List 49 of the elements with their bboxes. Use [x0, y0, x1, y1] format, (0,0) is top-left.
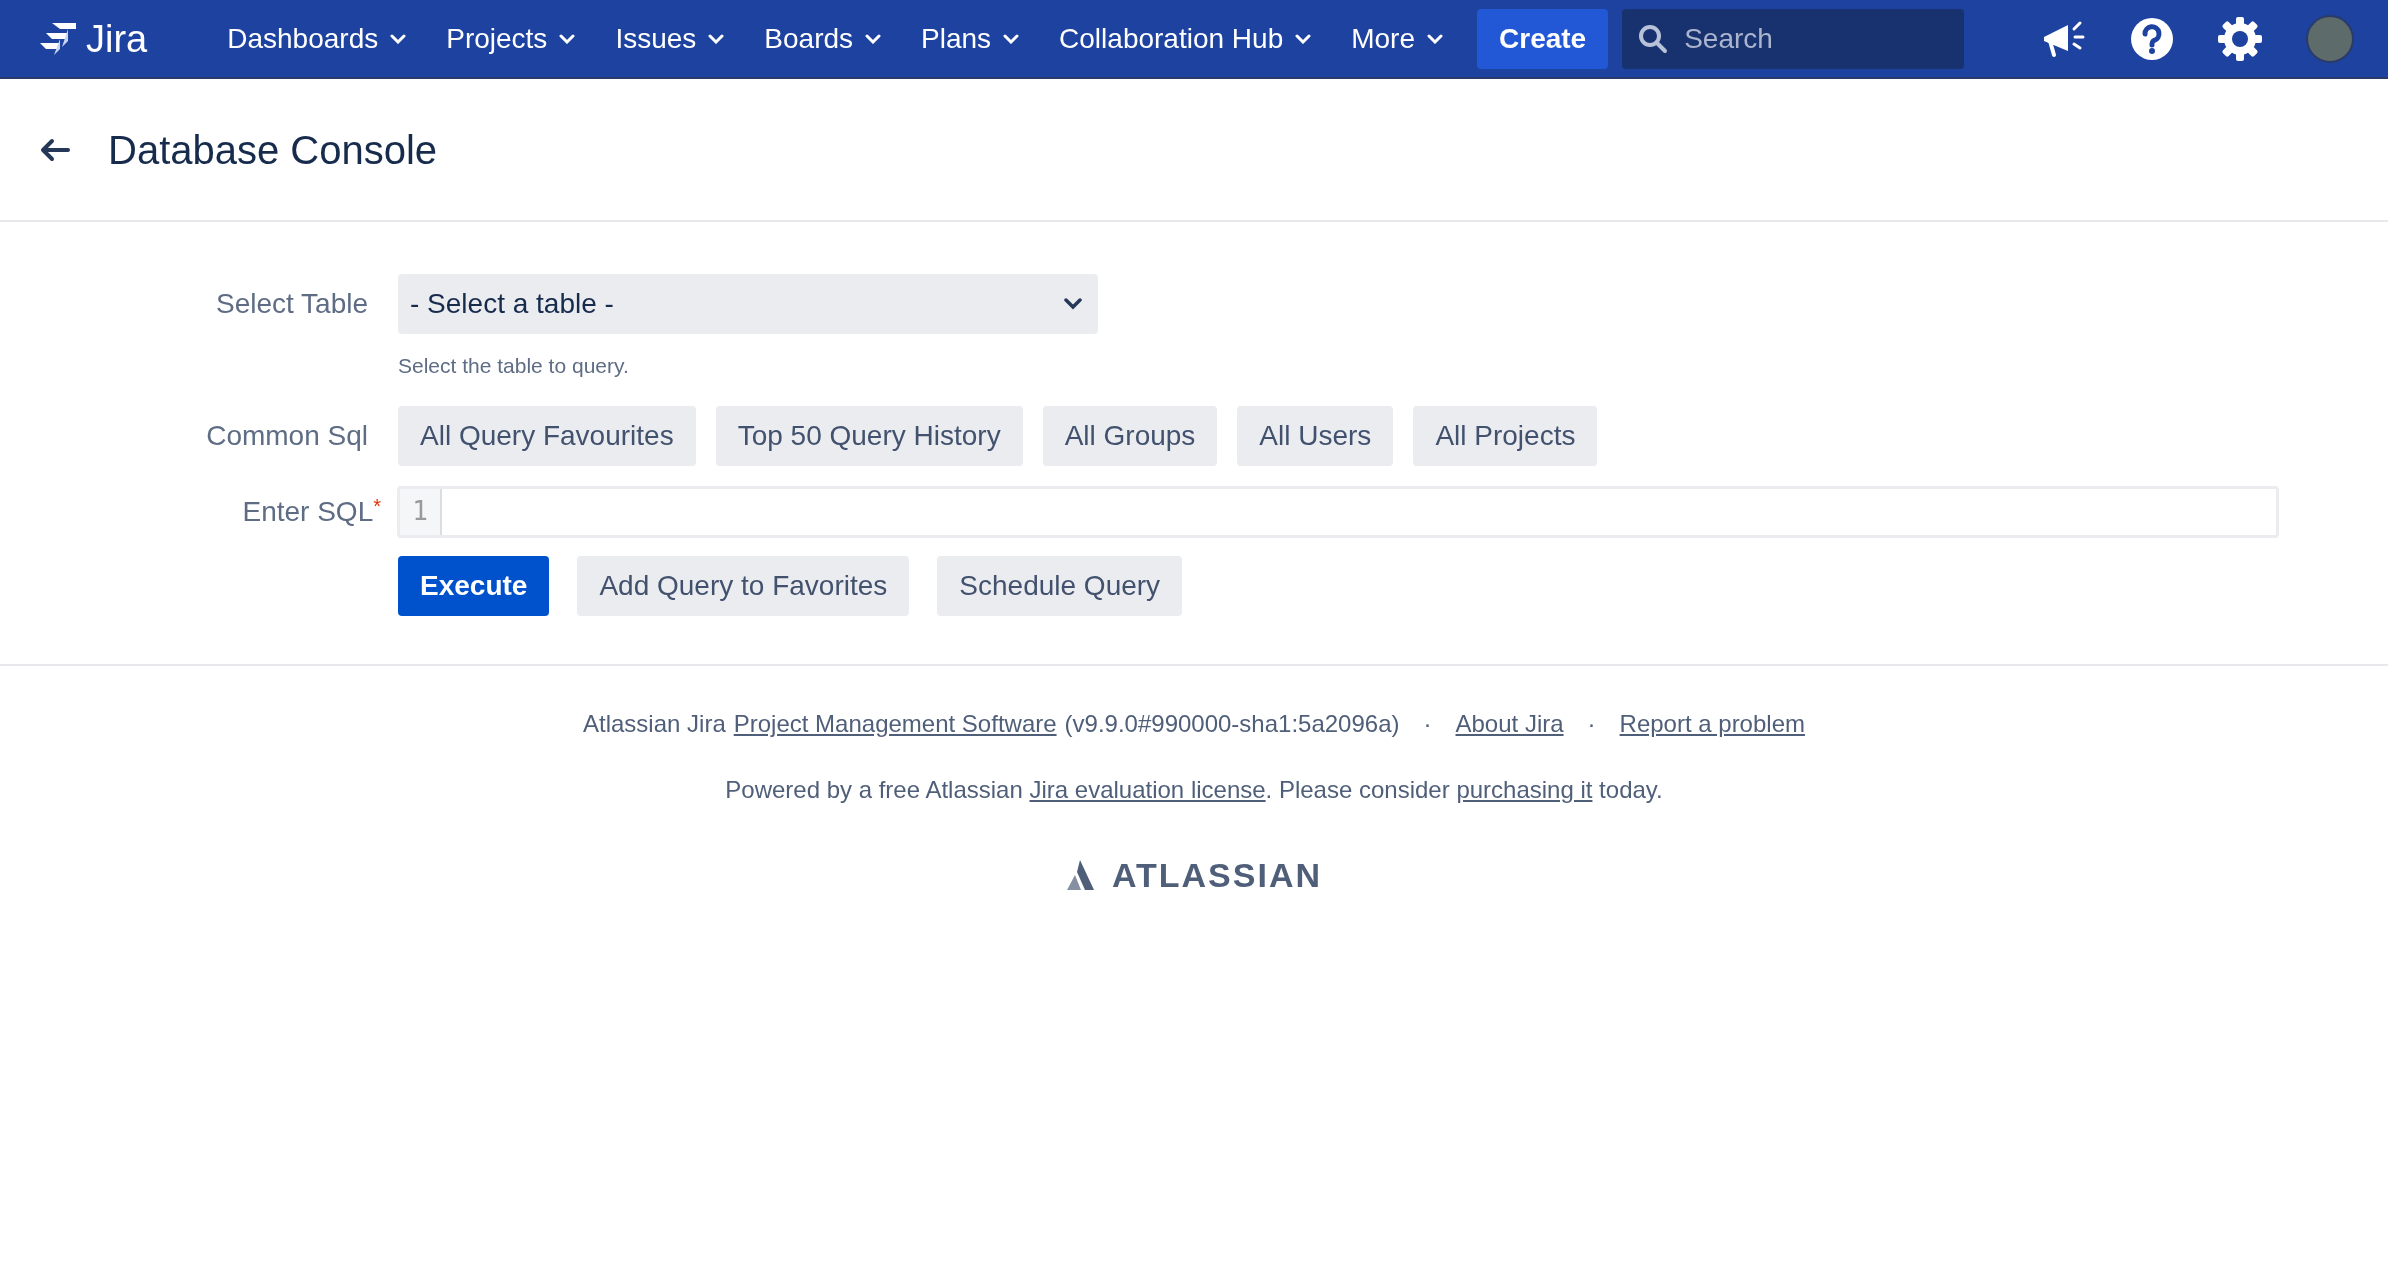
nav-menu-item[interactable]: More [1351, 17, 1443, 60]
chevron-down-icon [1003, 33, 1020, 44]
footer-link[interactable]: Project Management Software [733, 705, 1057, 742]
page-title: Database Console [108, 126, 438, 174]
nav-menu-item[interactable]: Issues [615, 17, 725, 60]
form-label: Select Table [215, 288, 368, 319]
action-button[interactable]: Schedule Query [937, 555, 1183, 616]
jira-logo-icon[interactable] [38, 20, 78, 57]
common-sql-button[interactable]: All Users [1237, 405, 1394, 466]
create-button[interactable]: Create [1477, 8, 1609, 69]
action-button[interactable]: Add Query to Favorites [577, 555, 910, 616]
chevron-down-icon [1427, 33, 1443, 44]
chevron-down-icon [1064, 298, 1082, 310]
execute-button[interactable]: Execute [398, 555, 550, 616]
chevron-down-icon [390, 33, 407, 44]
chevron-down-icon [559, 33, 576, 44]
common-sql-button[interactable]: All Query Favourites [398, 405, 696, 466]
separator-dot: · [1423, 708, 1432, 739]
footer-text: (v9.9.0#990000-sha1:5a2096a) [1064, 708, 1400, 739]
back-arrow-icon[interactable] [40, 137, 70, 162]
common-sql-button[interactable]: All Groups [1042, 405, 1218, 466]
nav-menu-item[interactable]: Dashboards [227, 17, 407, 60]
table-select[interactable]: - Select a table - [398, 274, 1098, 334]
footer-text: Atlassian Jira [583, 708, 726, 739]
footer-link[interactable]: About Jira [1455, 705, 1564, 742]
nav-menu-item[interactable]: Collaboration Hub [1059, 17, 1312, 60]
nav-menu-item[interactable]: Boards [764, 17, 882, 60]
atlassian-wordmark: ATLASSIAN [1112, 854, 1322, 896]
chevron-down-icon [865, 33, 882, 44]
footer-link[interactable]: Jira evaluation license [1029, 775, 1266, 803]
line-number: 1 [412, 494, 428, 528]
separator-dot: · [1587, 708, 1596, 739]
footer-link[interactable]: Report a problem [1619, 705, 1805, 742]
footer-link[interactable]: purchasing it [1456, 775, 1593, 803]
footer-text: Powered by a free Atlassian Jira evaluation license. Please consider purchasing it today. [725, 774, 1663, 805]
field-hint: Select the table to query. [398, 354, 629, 377]
settings-icon[interactable] [2218, 16, 2262, 61]
search-field[interactable]: Search [1622, 8, 1965, 69]
common-sql-button[interactable]: All Projects [1413, 405, 1598, 466]
form-label: Enter SQL [242, 495, 374, 527]
common-sql-button[interactable]: Top 50 Query History [715, 405, 1023, 466]
chevron-down-icon [1295, 33, 1312, 44]
chevron-down-icon [708, 33, 725, 44]
help-icon[interactable] [2130, 16, 2174, 61]
nav-menu-item[interactable]: Plans [921, 17, 1020, 60]
required-mark: * [373, 494, 381, 517]
form-label: Common Sql [206, 419, 368, 451]
jira-logo-text[interactable]: Jira [86, 19, 148, 58]
nav-menu-item[interactable]: Projects [446, 17, 576, 60]
